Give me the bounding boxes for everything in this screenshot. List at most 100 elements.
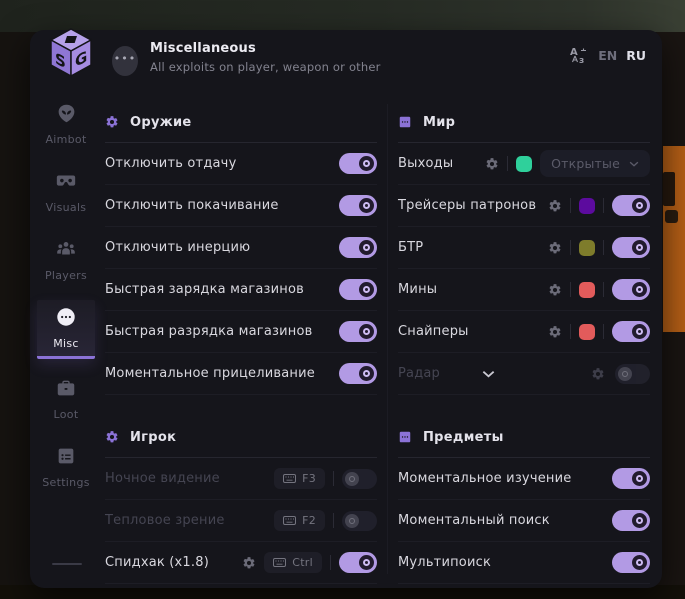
toggle-off[interactable]: [342, 511, 377, 531]
toggle-knob: [359, 555, 374, 570]
svg-text:з: з: [579, 56, 584, 65]
gear-icon[interactable]: [548, 199, 562, 213]
lang-en-button[interactable]: EN: [598, 48, 617, 63]
translate-icon: A з: [569, 45, 589, 65]
lang-ru-button[interactable]: RU: [626, 48, 646, 63]
alien-icon: [56, 103, 77, 127]
row-label: Быстрая зарядка магазинов: [105, 282, 339, 297]
mini-divider: [603, 240, 604, 255]
toggle-on[interactable]: [612, 237, 650, 258]
color-swatch[interactable]: [516, 156, 532, 172]
color-swatch[interactable]: [579, 324, 595, 340]
sidebar-nav: Aimbot Visuals Players Misc: [30, 96, 102, 495]
toggle-off[interactable]: [615, 364, 650, 384]
keyboard-icon: [283, 474, 296, 483]
section-weapon-header: Оружие: [105, 108, 377, 136]
row-label: Мультипоиск: [398, 555, 612, 570]
sidebar-item-label: Loot: [54, 408, 79, 421]
row-label: Моментальный поиск: [398, 513, 612, 528]
toggle-on[interactable]: [612, 321, 650, 342]
row-thermal-vision: Тепловое зрение F2: [105, 500, 377, 542]
color-swatch[interactable]: [579, 240, 595, 256]
gear-icon: [105, 115, 119, 129]
row-instant-research: Моментальное изучение: [398, 458, 650, 500]
toggle-knob: [632, 471, 647, 486]
toggle-on[interactable]: [339, 237, 377, 258]
toggle-off[interactable]: [342, 469, 377, 489]
row-snipers: Снайперы: [398, 311, 650, 353]
toggle-on[interactable]: [339, 195, 377, 216]
toggle-knob: [632, 513, 647, 528]
gear-icon[interactable]: [548, 283, 562, 297]
keyboard-icon: [273, 558, 286, 567]
row-instant-loot: Моментальный поиск: [398, 500, 650, 542]
section-title: Мир: [423, 115, 455, 130]
sidebar-item-aimbot[interactable]: Aimbot: [37, 96, 95, 152]
toggle-knob: [632, 282, 647, 297]
mini-divider: [570, 324, 571, 339]
row-label: Быстрая разрядка магазинов: [105, 324, 339, 339]
ellipsis-square-icon: [398, 115, 412, 129]
sidebar-item-loot[interactable]: Loot: [37, 371, 95, 427]
sidebar-item-players[interactable]: Players: [37, 232, 95, 288]
hotkey-badge[interactable]: Ctrl: [264, 552, 322, 573]
sidebar-item-label: Players: [45, 269, 87, 282]
row-fast-unload: Быстрая разрядка магазинов: [105, 311, 377, 353]
toggle-on[interactable]: [612, 468, 650, 489]
vr-goggles-icon: [55, 170, 77, 195]
toggle-knob: [359, 240, 374, 255]
settings-list-icon: [55, 445, 77, 470]
dropdown-value: Открытые: [551, 156, 620, 171]
toggle-on[interactable]: [339, 321, 377, 342]
toggle-on[interactable]: [339, 552, 377, 573]
gear-icon[interactable]: [548, 325, 562, 339]
svg-text:A: A: [570, 47, 578, 58]
sidebar-item-misc[interactable]: Misc: [37, 300, 95, 359]
row-label: Радар: [398, 366, 440, 381]
toggle-on[interactable]: [612, 510, 650, 531]
page-icon-ellipsis: •••: [112, 46, 138, 76]
toggle-knob: [359, 366, 374, 381]
toggle-knob: [359, 198, 374, 213]
gear-icon[interactable]: [242, 556, 256, 570]
color-swatch[interactable]: [579, 198, 595, 214]
sidebar-item-label: Settings: [42, 476, 90, 489]
row-label: Тепловое зрение: [105, 513, 274, 528]
screen: S G ••• Miscellaneous All exploits on pl…: [0, 0, 685, 599]
hotkey-badge[interactable]: F3: [274, 468, 325, 489]
sidebar-item-settings[interactable]: Settings: [37, 439, 95, 495]
row-label: Мины: [398, 282, 548, 297]
exits-dropdown[interactable]: Открытые: [540, 150, 650, 177]
row-label: Отключить инерцию: [105, 240, 339, 255]
row-radar: Радар: [398, 353, 650, 395]
game-orange-banner: [663, 146, 685, 332]
gear-icon[interactable]: [591, 367, 605, 381]
toggle-on[interactable]: [612, 279, 650, 300]
sidebar-item-label: Visuals: [46, 201, 87, 214]
row-label: Отключить покачивание: [105, 198, 339, 213]
toggle-on[interactable]: [339, 153, 377, 174]
toggle-knob: [359, 282, 374, 297]
cheat-menu-window: S G ••• Miscellaneous All exploits on pl…: [30, 30, 662, 588]
gear-icon[interactable]: [548, 241, 562, 255]
row-night-vision: Ночное видение F3: [105, 458, 377, 500]
toggle-on[interactable]: [339, 363, 377, 384]
toggle-on[interactable]: [612, 195, 650, 216]
banner-glyph: [665, 210, 678, 223]
sidebar-item-label: Aimbot: [45, 133, 86, 146]
hotkey-label: F3: [302, 472, 316, 485]
hotkey-badge[interactable]: F2: [274, 510, 325, 531]
row-no-sway: Отключить покачивание: [105, 185, 377, 227]
toggle-on[interactable]: [339, 279, 377, 300]
chevron-down-icon: [629, 161, 639, 167]
color-swatch[interactable]: [579, 282, 595, 298]
chevron-down-icon[interactable]: [482, 370, 495, 378]
gear-icon[interactable]: [485, 157, 499, 171]
app-logo: S G: [44, 24, 98, 86]
row-instant-ads: Моментальное прицеливание: [105, 353, 377, 395]
right-column: Мир Выходы Открытые Трейсеры патронов: [398, 108, 650, 584]
sidebar-item-visuals[interactable]: Visuals: [37, 164, 95, 220]
keyboard-icon: [283, 516, 296, 525]
toggle-on[interactable]: [612, 552, 650, 573]
row-label: Выходы: [398, 156, 485, 171]
